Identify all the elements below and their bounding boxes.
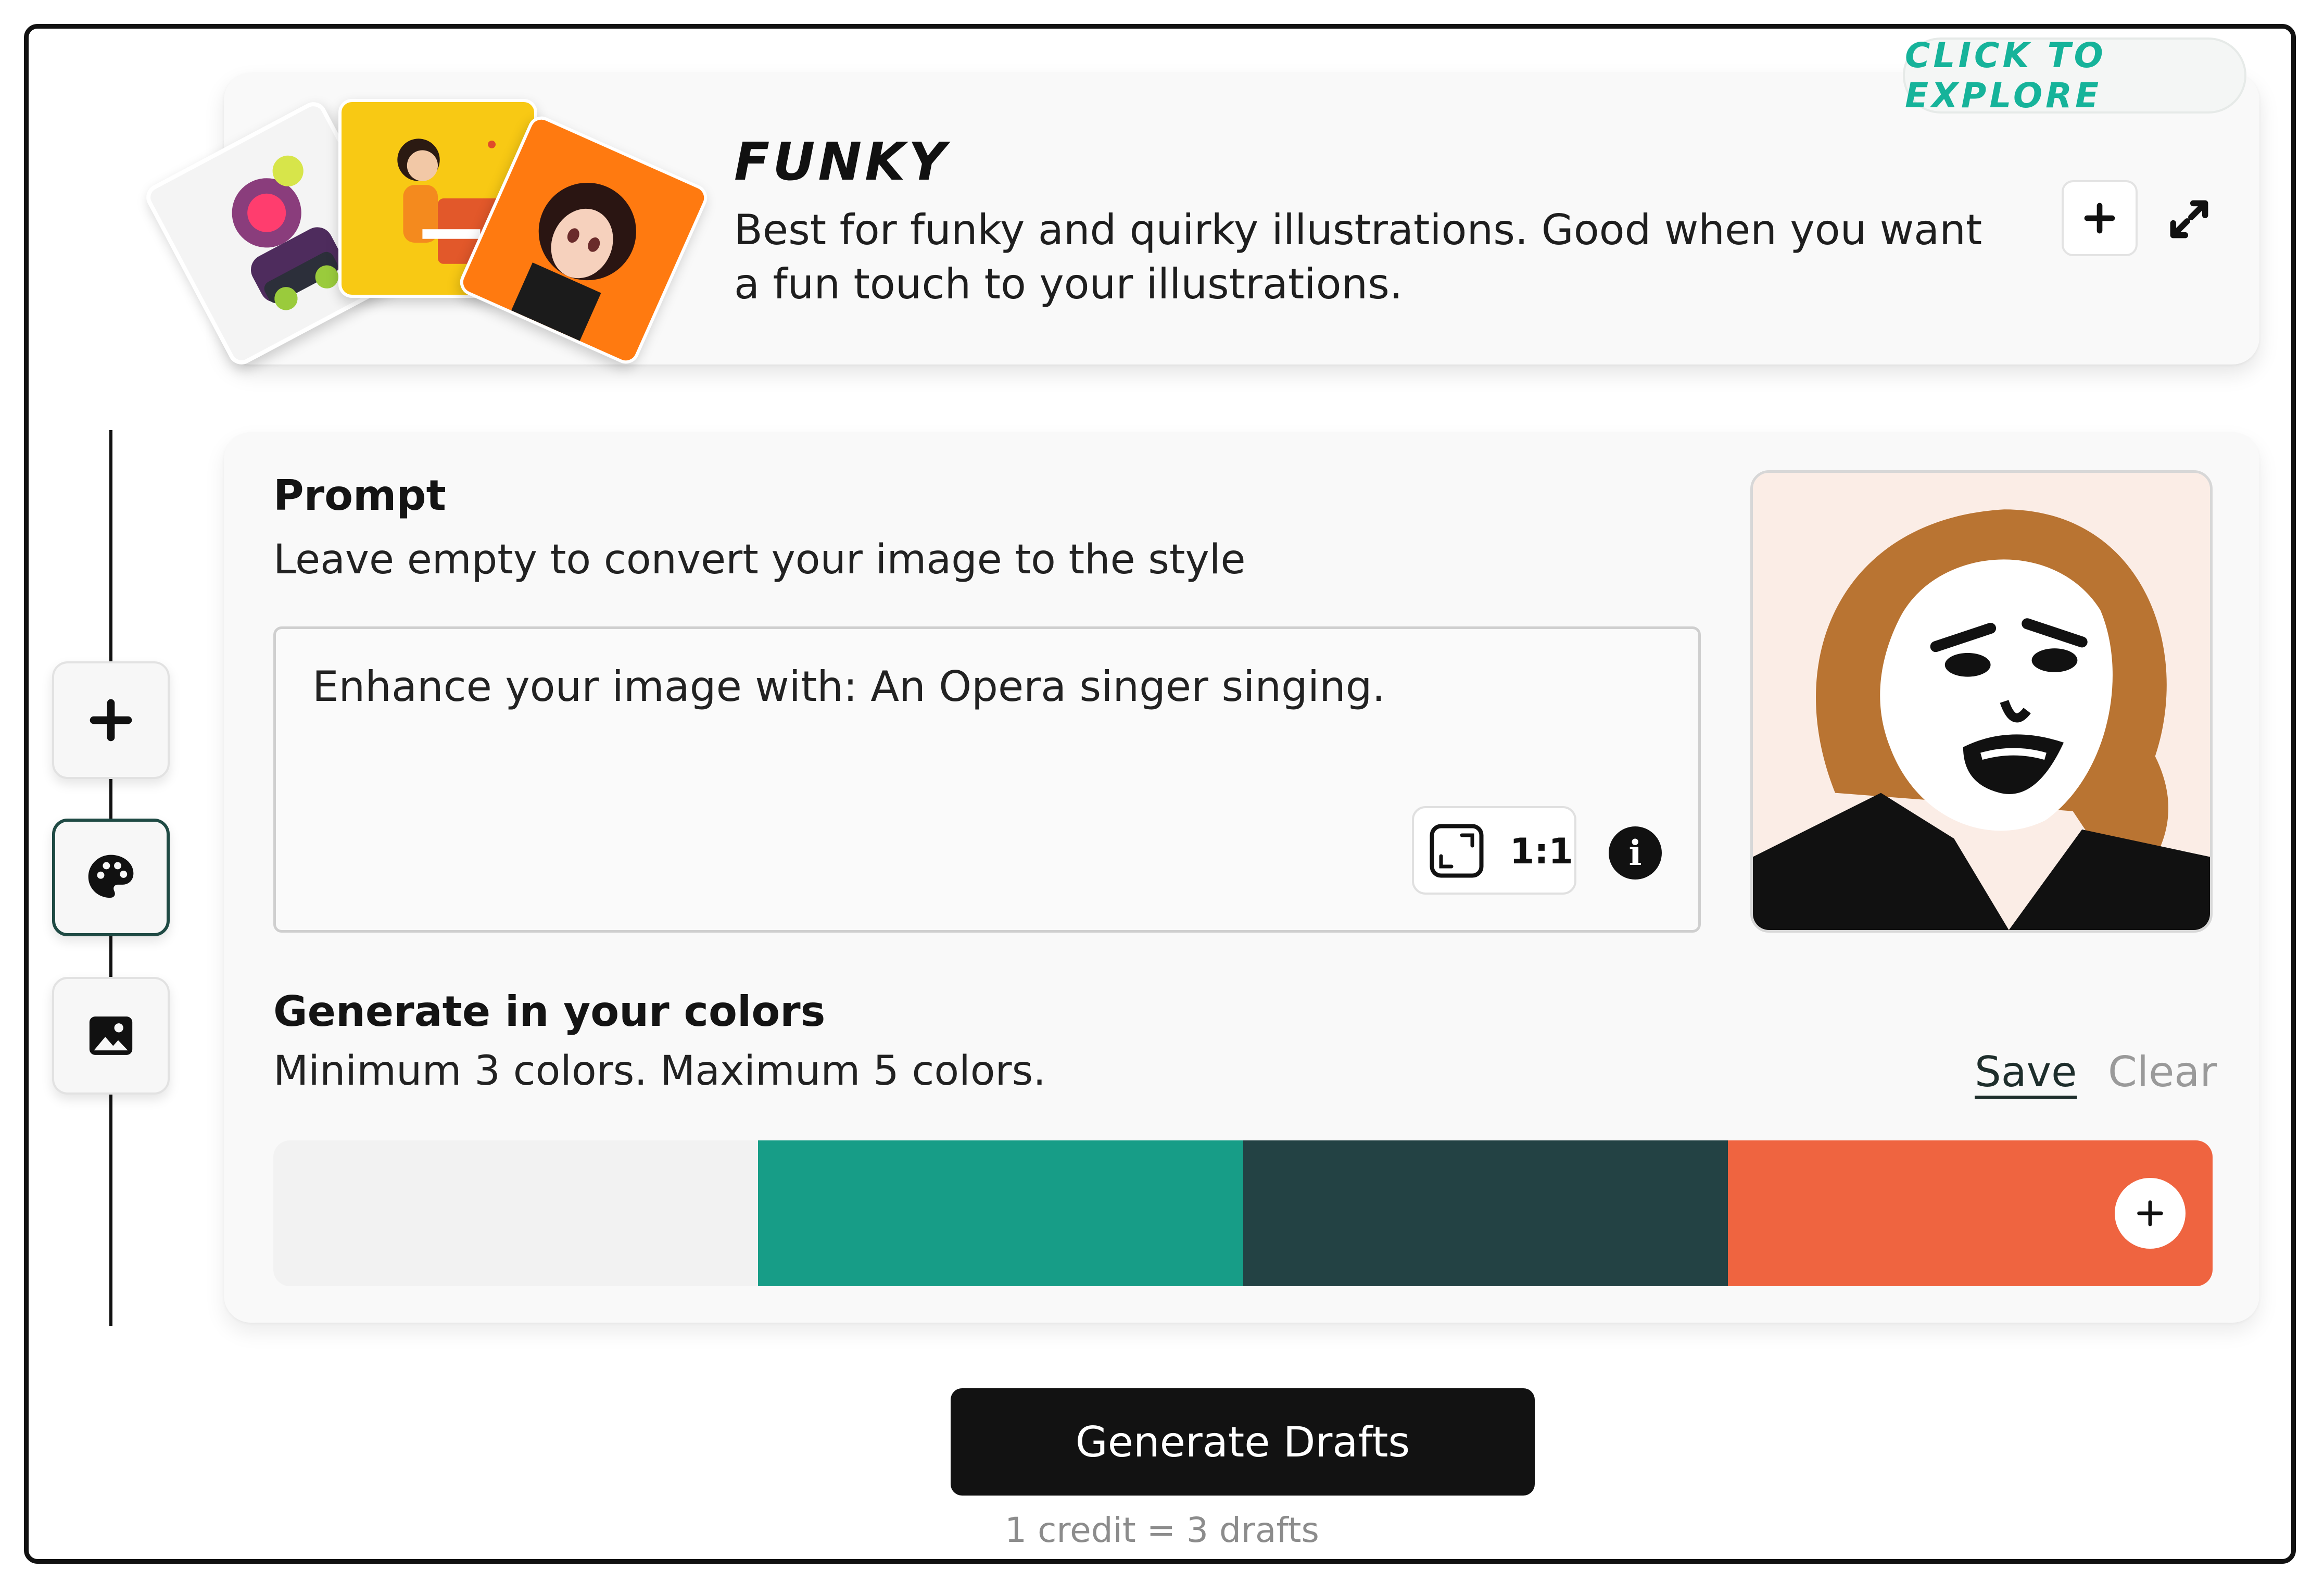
add-style-button[interactable] bbox=[2062, 180, 2138, 256]
plus-icon bbox=[2137, 1200, 2163, 1226]
add-color-button[interactable] bbox=[2115, 1178, 2186, 1249]
image-icon bbox=[89, 1016, 133, 1055]
color-swatch[interactable] bbox=[1243, 1140, 1728, 1286]
prompt-subtitle: Leave empty to convert your image to the… bbox=[273, 536, 1246, 583]
save-colors-button[interactable]: Save bbox=[1975, 1048, 2077, 1096]
prompt-input-value[interactable]: Enhance your image with: An Opera singer… bbox=[312, 662, 1385, 711]
reference-image[interactable] bbox=[1750, 470, 2213, 933]
rail-image-button[interactable] bbox=[52, 977, 170, 1095]
aspect-ratio-value[interactable]: 1:1 bbox=[1510, 831, 1573, 872]
rail-palette-button[interactable] bbox=[52, 819, 170, 936]
aspect-ratio-icon bbox=[1430, 824, 1484, 878]
color-swatch[interactable] bbox=[273, 1140, 759, 1286]
colors-title: Generate in your colors bbox=[273, 987, 826, 1036]
plus-icon bbox=[2084, 203, 2115, 234]
info-icon[interactable]: i bbox=[1609, 826, 1662, 880]
style-description: Best for funky and quirky illustrations.… bbox=[734, 206, 1982, 308]
expand-icon bbox=[2170, 200, 2208, 238]
generate-drafts-button[interactable]: Generate Drafts bbox=[951, 1388, 1535, 1496]
prompt-title: Prompt bbox=[273, 471, 446, 520]
explore-button[interactable]: CLICK TO EXPLORE bbox=[1903, 35, 2246, 116]
color-palette bbox=[273, 1140, 2213, 1286]
colors-subtitle: Minimum 3 colors. Maximum 5 colors. bbox=[273, 1048, 1046, 1095]
clear-colors-button[interactable]: Clear bbox=[2108, 1048, 2217, 1096]
plus-icon bbox=[90, 699, 132, 742]
expand-style-button[interactable] bbox=[2161, 191, 2218, 248]
rail-add-button[interactable] bbox=[52, 661, 170, 779]
credit-note: 1 credit = 3 drafts bbox=[1005, 1510, 1319, 1550]
color-swatch[interactable] bbox=[758, 1140, 1243, 1286]
opera-singer-portrait bbox=[1753, 473, 2210, 930]
style-name: FUNKY bbox=[734, 131, 950, 192]
palette-icon bbox=[88, 855, 134, 898]
